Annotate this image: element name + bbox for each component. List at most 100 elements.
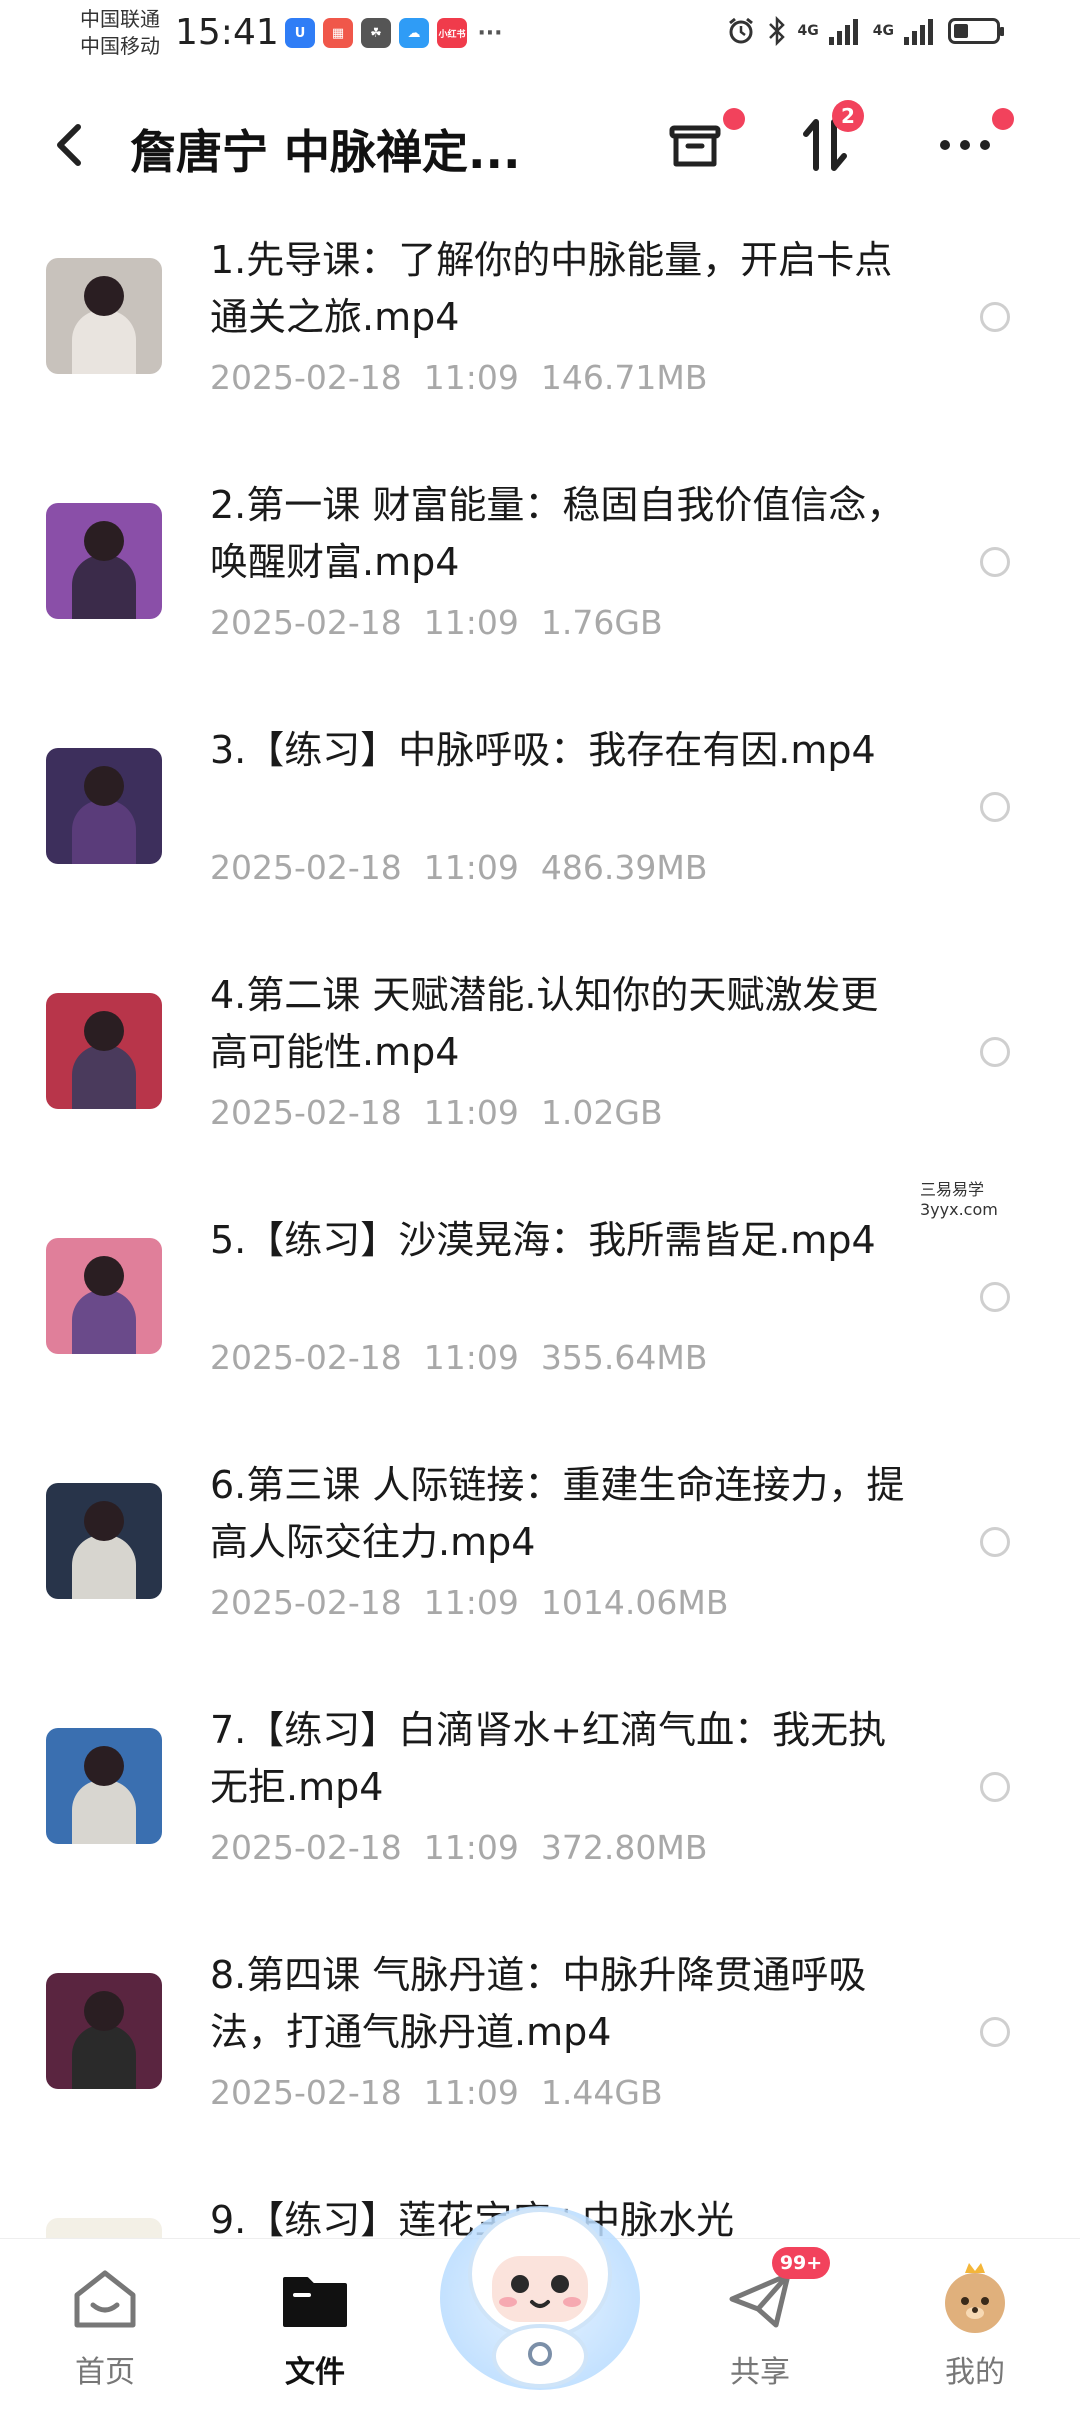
- select-radio[interactable]: [980, 1772, 1010, 1802]
- select-radio[interactable]: [980, 1037, 1010, 1067]
- alarm-icon: [728, 17, 753, 44]
- file-name: 6.第三课 人际链接：重建生命连接力，提高人际交往力.mp4: [210, 1463, 905, 1564]
- thumbnail-figure-head: [84, 1501, 124, 1541]
- file-name: 7.【练习】白滴肾水+红滴气血：我无执无拒.mp4: [210, 1708, 887, 1809]
- file-time: 11:09: [423, 358, 519, 397]
- file-row[interactable]: 6.第三课 人际链接：重建生命连接力，提高人际交往力.mp4 2025-02-18…: [0, 1435, 1080, 1680]
- nav-me[interactable]: 我的: [905, 2259, 1045, 2399]
- video-thumbnail: [46, 1728, 162, 1844]
- file-row[interactable]: 3.【练习】中脉呼吸：我存在有因.mp4 2025-02-18 11:09 486.3…: [0, 700, 1080, 945]
- carrier-1: 中国联通: [80, 7, 160, 31]
- nav-share[interactable]: 99+ 共享: [690, 2247, 830, 2399]
- more-options-button[interactable]: [930, 108, 1014, 180]
- file-name: 2.第一课 财富能量：稳固自我价值信念，唤醒财富.mp4: [210, 483, 905, 584]
- archive-icon: [669, 125, 721, 167]
- header-bar: 詹唐宁 中脉禅定... 2: [0, 80, 1080, 210]
- file-meta: 2025-02-18 11:09 1.02GB: [210, 1093, 663, 1132]
- file-time: 11:09: [423, 1583, 519, 1622]
- file-time: 11:09: [423, 848, 519, 887]
- thumbnail-figure-body: [72, 2025, 136, 2089]
- thumbnail-figure-body: [72, 310, 136, 374]
- carrier-2: 中国移动: [80, 34, 160, 58]
- nav-share-label: 共享: [730, 2355, 790, 2390]
- thumbnail-figure-body: [72, 1290, 136, 1354]
- thumbnail-figure-head: [84, 1746, 124, 1786]
- file-meta: 2025-02-18 11:09 1.44GB: [210, 2073, 663, 2112]
- more-red-dot: [992, 108, 1014, 130]
- select-radio[interactable]: [980, 2017, 1010, 2047]
- file-name: 8.第四课 气脉丹道：中脉升降贯通呼吸法，打通气脉丹道.mp4: [210, 1953, 867, 2054]
- file-size: 1.44GB: [540, 2073, 663, 2112]
- file-size: 486.39MB: [540, 848, 708, 887]
- video-thumbnail: [46, 1973, 162, 2089]
- video-thumbnail: [46, 1238, 162, 1354]
- file-size: 372.80MB: [540, 1828, 708, 1867]
- signal-icon-1: [828, 19, 858, 45]
- watermark-line-2: 3yyx.com: [920, 1200, 998, 1219]
- file-size: 1014.06MB: [540, 1583, 729, 1622]
- more-notifications-icon: ···: [477, 20, 503, 46]
- more-dots-icon: [940, 140, 990, 150]
- file-size: 1.76GB: [540, 603, 663, 642]
- transfer-button[interactable]: 2: [790, 100, 864, 180]
- paper-plane-icon: 99+: [720, 2247, 830, 2339]
- file-date: 2025-02-18: [210, 1338, 402, 1377]
- battery-level: [954, 24, 968, 38]
- file-date: 2025-02-18: [210, 1583, 402, 1622]
- thumbnail-figure-body: [72, 1780, 136, 1844]
- signal-icon-2: [904, 19, 933, 45]
- video-thumbnail: [46, 503, 162, 619]
- transfer-badge: 2: [832, 100, 864, 132]
- file-date: 2025-02-18: [210, 358, 402, 397]
- thumbnail-figure-head: [84, 1011, 124, 1051]
- mascot-assistant-icon[interactable]: [430, 2178, 650, 2398]
- bluetooth-icon: [768, 16, 785, 46]
- battery-icon: [948, 18, 1004, 44]
- nav-files-label: 文件: [285, 2355, 345, 2390]
- select-radio[interactable]: [980, 792, 1010, 822]
- weather-app-icon: ☁: [399, 18, 429, 48]
- file-row[interactable]: 8.第四课 气脉丹道：中脉升降贯通呼吸法，打通气脉丹道.mp4 2025-02-1…: [0, 1925, 1080, 2170]
- file-meta: 2025-02-18 11:09 486.39MB: [210, 848, 707, 887]
- file-row[interactable]: 2.第一课 财富能量：稳固自我价值信念，唤醒财富.mp4 2025-02-18 11…: [0, 455, 1080, 700]
- select-radio[interactable]: [980, 1527, 1010, 1557]
- file-name: 3.【练习】中脉呼吸：我存在有因.mp4: [210, 728, 876, 772]
- file-row[interactable]: 5.【练习】沙漠晃海：我所需皆足.mp4 2025-02-18 11:09 355.6…: [0, 1190, 1080, 1435]
- file-size: 1.02GB: [540, 1093, 663, 1132]
- file-meta: 2025-02-18 11:09 372.80MB: [210, 1828, 707, 1867]
- thumbnail-figure-head: [84, 1991, 124, 2031]
- thumbnail-figure-body: [72, 1535, 136, 1599]
- red-app-icon: ▦: [323, 18, 353, 48]
- file-size: 355.64MB: [540, 1338, 708, 1377]
- select-radio[interactable]: [980, 547, 1010, 577]
- file-date: 2025-02-18: [210, 2073, 402, 2112]
- file-meta: 2025-02-18 11:09 355.64MB: [210, 1338, 707, 1377]
- file-row[interactable]: 1.先导课：了解你的中脉能量，开启卡点通关之旅.mp4 2025-02-18 11:…: [0, 210, 1080, 455]
- thumbnail-figure-body: [72, 555, 136, 619]
- thumbnail-figure-head: [84, 521, 124, 561]
- file-row[interactable]: 4.第二课 天赋潜能.认知你的天赋激发更高可能性.mp4 2025-02-18 11…: [0, 945, 1080, 1190]
- file-size: 146.71MB: [540, 358, 708, 397]
- nav-home[interactable]: 首页: [35, 2259, 175, 2399]
- select-radio[interactable]: [980, 1282, 1010, 1312]
- archive-red-dot: [723, 108, 745, 130]
- file-row[interactable]: 7.【练习】白滴肾水+红滴气血：我无执无拒.mp4 2025-02-18 11:09…: [0, 1680, 1080, 1925]
- nav-home-label: 首页: [75, 2355, 135, 2390]
- watermark: 三易易学 3yyx.com: [920, 1180, 998, 1220]
- avatar-icon: [935, 2259, 1015, 2339]
- back-arrow-icon[interactable]: [44, 115, 94, 175]
- carrier-labels: 中国联通 中国移动: [80, 6, 160, 60]
- file-meta: 2025-02-18 11:09 1.76GB: [210, 603, 663, 642]
- archive-button[interactable]: [660, 108, 745, 180]
- file-time: 11:09: [423, 2073, 519, 2112]
- nav-me-label: 我的: [945, 2355, 1005, 2390]
- nav-files[interactable]: 文件: [245, 2259, 385, 2399]
- share-badge: 99+: [772, 2247, 830, 2279]
- video-thumbnail: [46, 1483, 162, 1599]
- file-name: 5.【练习】沙漠晃海：我所需皆足.mp4: [210, 1218, 876, 1262]
- select-radio[interactable]: [980, 302, 1010, 332]
- u-app-icon: U: [285, 18, 315, 48]
- thumbnail-figure-head: [84, 1256, 124, 1296]
- file-date: 2025-02-18: [210, 848, 402, 887]
- thumbnail-figure-body: [72, 800, 136, 864]
